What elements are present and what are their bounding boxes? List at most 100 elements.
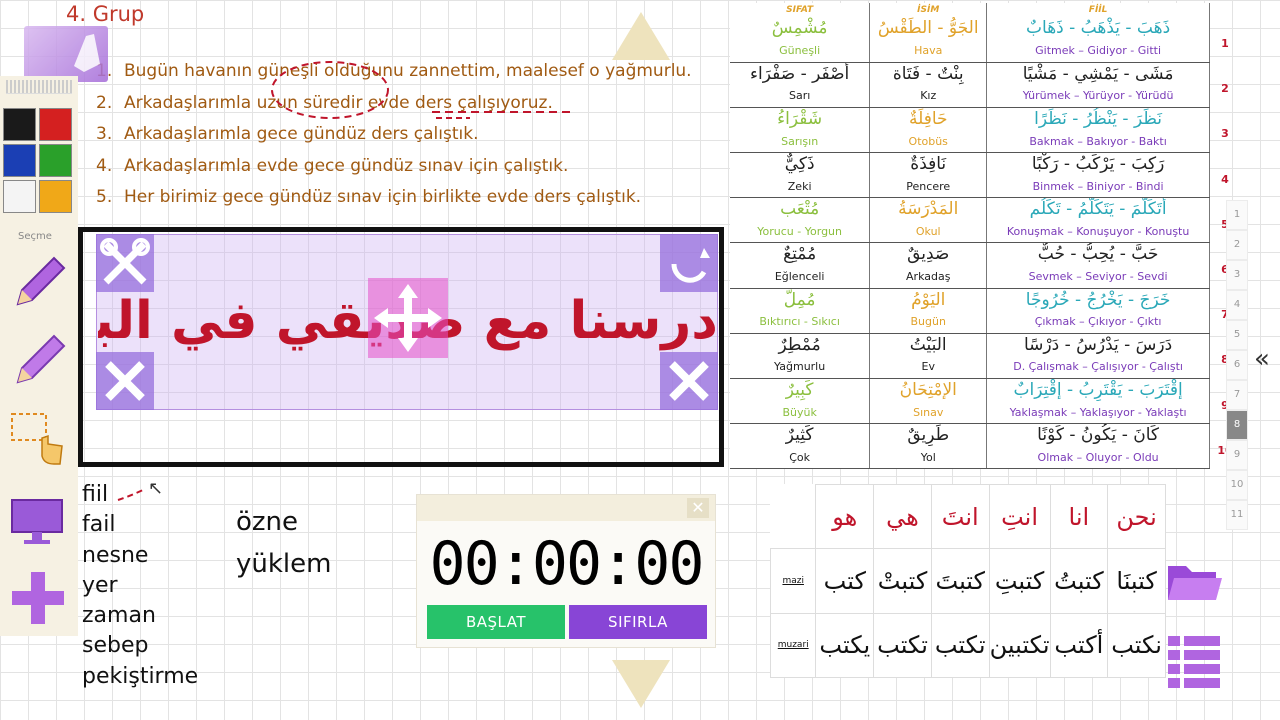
- timer-title-bar[interactable]: ✕: [417, 495, 715, 521]
- timer-close-button[interactable]: ✕: [687, 498, 709, 518]
- color-swatch-green[interactable]: [39, 144, 72, 177]
- vocab-cell-arabic[interactable]: كَثِيرٌ: [730, 423, 871, 447]
- vocab-cell-arabic[interactable]: طَرِيقٌ: [869, 423, 988, 447]
- term-item[interactable]: fiil: [82, 480, 198, 510]
- color-swatch-red[interactable]: [39, 108, 72, 141]
- move-handle[interactable]: [368, 278, 448, 358]
- vocab-cell-arabic[interactable]: مُشْمِسٌ: [730, 17, 871, 40]
- color-swatch-black[interactable]: [3, 108, 36, 141]
- vocab-cell-turkish[interactable]: Bıktırıcı - Sıkıcı: [730, 310, 871, 334]
- pronoun-cell[interactable]: انتَ: [930, 483, 990, 550]
- muzari-cell[interactable]: تكتب: [873, 612, 932, 679]
- muzari-cell[interactable]: أكتب: [1049, 612, 1109, 679]
- vocab-cell-arabic[interactable]: حَافِلَةٌ: [869, 107, 988, 130]
- term-item[interactable]: yer: [82, 571, 198, 601]
- term-item[interactable]: fail: [82, 510, 198, 540]
- vocab-cell-turkish[interactable]: Yorucu - Yorgun: [730, 220, 871, 244]
- vocab-cell-turkish[interactable]: Güneşli: [730, 39, 871, 63]
- term-item[interactable]: sebep: [82, 631, 198, 661]
- vocab-cell-turkish[interactable]: Yaklaşmak – Yaklaşıyor - Yaklaştı: [986, 401, 1210, 425]
- muzari-cell[interactable]: تكتبين: [988, 612, 1051, 679]
- vocab-cell-arabic[interactable]: أَصْفَر - صَفْرَاء: [730, 62, 871, 85]
- page-number[interactable]: 2: [1226, 230, 1248, 260]
- vocab-cell-arabic[interactable]: نَظَرَ - يَنْظُرُ - نَظَرًا: [986, 107, 1210, 130]
- vocab-cell-turkish[interactable]: Sınav: [869, 401, 988, 425]
- vocab-cell-turkish[interactable]: Pencere: [869, 175, 988, 199]
- page-number-active[interactable]: 8: [1226, 410, 1248, 440]
- pen-tool-button[interactable]: [8, 252, 68, 312]
- vocab-cell-arabic[interactable]: ذَهَبَ - يَذْهَبُ - ذَهَابٌ: [986, 17, 1210, 40]
- vocab-cell-turkish[interactable]: Bakmak – Bakıyor - Baktı: [986, 129, 1210, 154]
- page-number[interactable]: 7: [1226, 380, 1248, 410]
- pronoun-cell[interactable]: انا: [1049, 483, 1109, 550]
- vocab-cell-turkish[interactable]: Sevmek – Seviyor - Sevdi: [986, 265, 1210, 289]
- page-number[interactable]: 1: [1226, 200, 1248, 230]
- hand-tool-button[interactable]: [24, 26, 108, 82]
- vocab-cell-arabic[interactable]: مَشَى - يَمْشِي - مَشْيًا: [986, 62, 1210, 85]
- collapse-panel-button[interactable]: «: [1254, 344, 1270, 374]
- vocab-cell-turkish[interactable]: Sarışın: [730, 129, 871, 154]
- vocab-cell-turkish[interactable]: Olmak – Oluyor - Oldu: [986, 446, 1210, 470]
- muzari-cell[interactable]: يكتب: [815, 612, 875, 679]
- vocab-cell-turkish[interactable]: Ev: [869, 355, 988, 379]
- vocab-cell-turkish[interactable]: Hava: [869, 39, 988, 63]
- term-item[interactable]: yüklem: [236, 544, 331, 586]
- pronoun-cell[interactable]: نحن: [1107, 483, 1166, 550]
- page-number[interactable]: 9: [1226, 440, 1248, 470]
- vocab-cell-arabic[interactable]: إقْتَرَبَ - يَقْتَرِبُ - إقْتِرَابٌ: [986, 378, 1210, 402]
- vocab-cell-turkish[interactable]: Gitmek – Gidiyor - Gitti: [986, 39, 1210, 63]
- page-number[interactable]: 10: [1226, 470, 1248, 500]
- vocab-cell-arabic[interactable]: ذَكِيٌّ: [730, 152, 871, 176]
- vocab-cell-arabic[interactable]: مُمِلٌّ: [730, 288, 871, 311]
- page-number[interactable]: 6: [1226, 350, 1248, 380]
- vocab-cell-arabic[interactable]: البَيْتُ: [869, 333, 988, 356]
- pronoun-cell[interactable]: هو: [815, 483, 875, 550]
- settings-handle[interactable]: [96, 234, 154, 292]
- vocab-cell-arabic[interactable]: الجَوُّ - الطَقْسُ: [869, 17, 988, 40]
- rotate-handle[interactable]: [660, 234, 718, 292]
- vocab-cell-turkish[interactable]: Otobüs: [869, 129, 988, 154]
- delete-handle[interactable]: [96, 352, 154, 410]
- vocab-cell-turkish[interactable]: Eğlenceli: [730, 265, 871, 289]
- mazi-cell[interactable]: كتبنَا: [1107, 548, 1166, 614]
- mazi-cell[interactable]: كتب: [815, 548, 875, 614]
- vocab-cell-arabic[interactable]: كَبِيرٌ: [730, 378, 871, 402]
- vocab-cell-arabic[interactable]: اليَوْمُ: [869, 288, 988, 311]
- mazi-cell[interactable]: كتبتُ: [1049, 548, 1109, 614]
- page-number[interactable]: 11: [1226, 500, 1248, 530]
- muzari-cell[interactable]: تكتب: [930, 612, 990, 679]
- page-number[interactable]: 5: [1226, 320, 1248, 350]
- vocab-cell-turkish[interactable]: Büyük: [730, 401, 871, 425]
- vocab-cell-turkish[interactable]: D. Çalışmak – Çalışıyor - Çalıştı: [986, 355, 1210, 379]
- vocab-cell-turkish[interactable]: Çok: [730, 446, 871, 470]
- resize-handle[interactable]: [660, 352, 718, 410]
- pronoun-cell[interactable]: انتِ: [988, 483, 1051, 550]
- vocab-cell-arabic[interactable]: شَقْرَاءُ: [730, 107, 871, 130]
- vocab-cell-arabic[interactable]: أَتَكَلَّمَ - يَتَكَلَّمُ - تَكَلُم: [986, 197, 1210, 221]
- scroll-down-arrow-icon[interactable]: [612, 660, 670, 708]
- vocab-cell-arabic[interactable]: بِنْتٌ - فَتَاة: [869, 62, 988, 85]
- color-swatch-white[interactable]: [3, 180, 36, 213]
- vocab-cell-turkish[interactable]: Sarı: [730, 84, 871, 108]
- term-item[interactable]: özne: [236, 502, 331, 544]
- vocab-cell-turkish[interactable]: Çıkmak – Çıkıyor - Çıktı: [986, 310, 1210, 334]
- vocab-cell-arabic[interactable]: نَافِذَةٌ: [869, 152, 988, 176]
- timer-start-button[interactable]: BAŞLAT: [427, 605, 565, 639]
- mazi-cell[interactable]: كتبتِ: [988, 548, 1051, 614]
- vocab-cell-turkish[interactable]: Bugün: [869, 310, 988, 334]
- select-tool-button[interactable]: [8, 408, 68, 468]
- vocab-cell-turkish[interactable]: Konuşmak – Konuşuyor - Konuştu: [986, 220, 1210, 244]
- vocab-cell-arabic[interactable]: مُمْتِعٌ: [730, 242, 871, 266]
- toolbar-drag-handle[interactable]: [6, 80, 72, 94]
- vocab-cell-turkish[interactable]: Yürümek – Yürüyor - Yürüdü: [986, 84, 1210, 108]
- color-swatch-blue[interactable]: [3, 144, 36, 177]
- vocab-cell-arabic[interactable]: دَرَسَ - يَدْرُسُ - دَرْسًا: [986, 333, 1210, 356]
- vocab-cell-turkish[interactable]: Kız: [869, 84, 988, 108]
- presentation-tool-button[interactable]: [8, 490, 68, 550]
- vocab-cell-turkish[interactable]: Okul: [869, 220, 988, 244]
- vocab-cell-arabic[interactable]: الإمْتِحَانُ: [869, 378, 988, 402]
- vocab-cell-arabic[interactable]: كَانَ - يَكُونُ - كَوْنًا: [986, 423, 1210, 447]
- vocab-cell-turkish[interactable]: Zeki: [730, 175, 871, 199]
- vocab-cell-turkish[interactable]: Binmek – Biniyor - Bindi: [986, 175, 1210, 199]
- mazi-cell[interactable]: كتبتْ: [873, 548, 932, 614]
